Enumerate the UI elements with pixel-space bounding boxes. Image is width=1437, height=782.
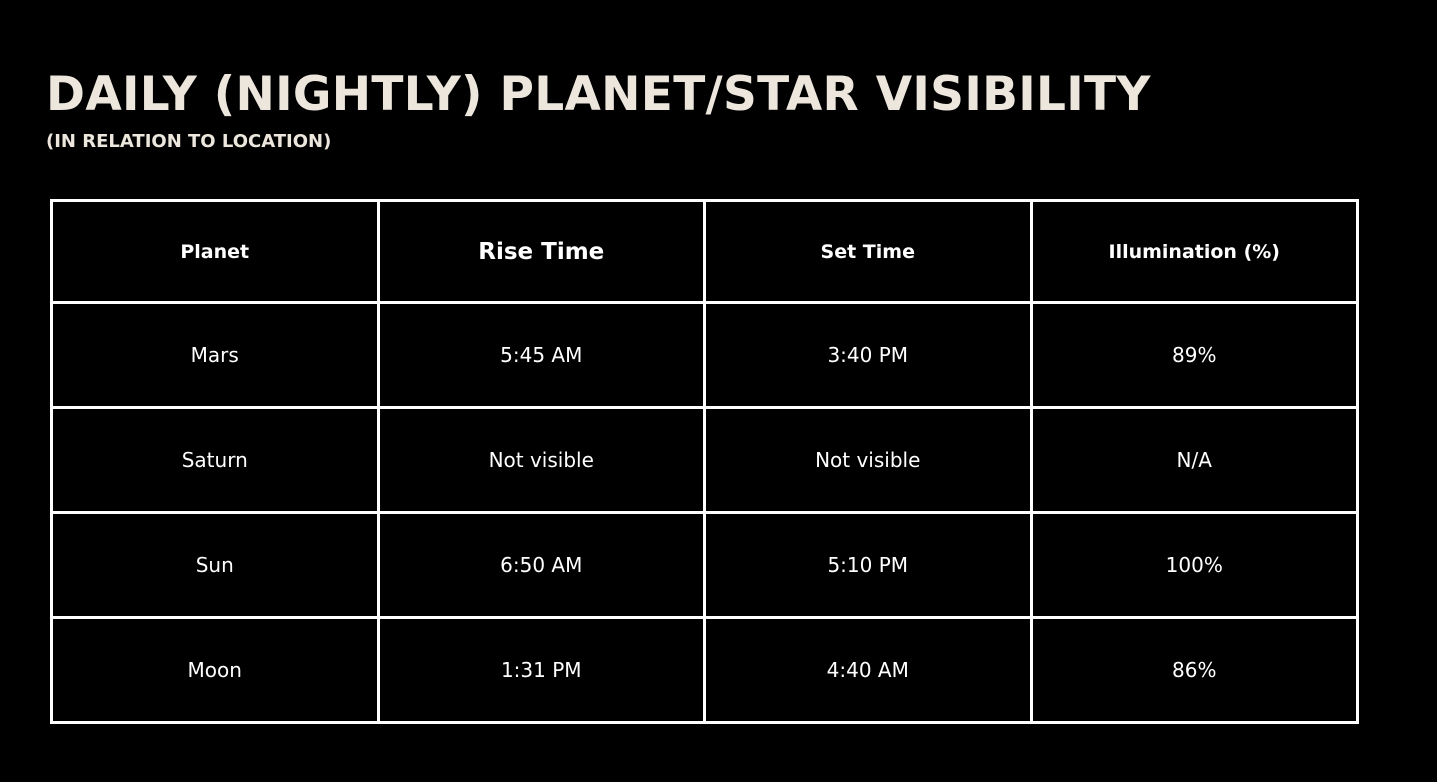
visibility-table: Planet Rise Time Set Time Illumination (… <box>50 199 1359 724</box>
cell-illumination: 86% <box>1029 616 1359 724</box>
cell-planet: Mars <box>50 301 380 409</box>
cell-illumination: 100% <box>1029 511 1359 619</box>
cell-set-time: 3:40 PM <box>703 301 1033 409</box>
column-header-rise-time: Rise Time <box>376 199 706 304</box>
cell-rise-time: 5:45 AM <box>376 301 706 409</box>
cell-rise-time: 1:31 PM <box>376 616 706 724</box>
page-subtitle: (IN RELATION TO LOCATION) <box>46 131 332 152</box>
cell-rise-time: 6:50 AM <box>376 511 706 619</box>
cell-set-time: 4:40 AM <box>703 616 1033 724</box>
cell-planet: Saturn <box>50 406 380 514</box>
column-header-illumination: Illumination (%) <box>1029 199 1359 304</box>
table-body: Mars 5:45 AM 3:40 PM 89% Saturn Not visi… <box>50 301 1359 724</box>
table-row: Moon 1:31 PM 4:40 AM 86% <box>50 616 1359 724</box>
table-row: Saturn Not visible Not visible N/A <box>50 406 1359 514</box>
table-row: Mars 5:45 AM 3:40 PM 89% <box>50 301 1359 409</box>
page-title: DAILY (NIGHTLY) PLANET/STAR VISIBILITY <box>46 67 1151 122</box>
cell-illumination: N/A <box>1029 406 1359 514</box>
cell-rise-time: Not visible <box>376 406 706 514</box>
table-row: Sun 6:50 AM 5:10 PM 100% <box>50 511 1359 619</box>
column-header-set-time: Set Time <box>703 199 1033 304</box>
column-header-planet: Planet <box>50 199 380 304</box>
cell-set-time: Not visible <box>703 406 1033 514</box>
cell-illumination: 89% <box>1029 301 1359 409</box>
cell-set-time: 5:10 PM <box>703 511 1033 619</box>
cell-planet: Sun <box>50 511 380 619</box>
header-row: Planet Rise Time Set Time Illumination (… <box>50 199 1359 304</box>
cell-planet: Moon <box>50 616 380 724</box>
table-header: Planet Rise Time Set Time Illumination (… <box>50 199 1359 304</box>
